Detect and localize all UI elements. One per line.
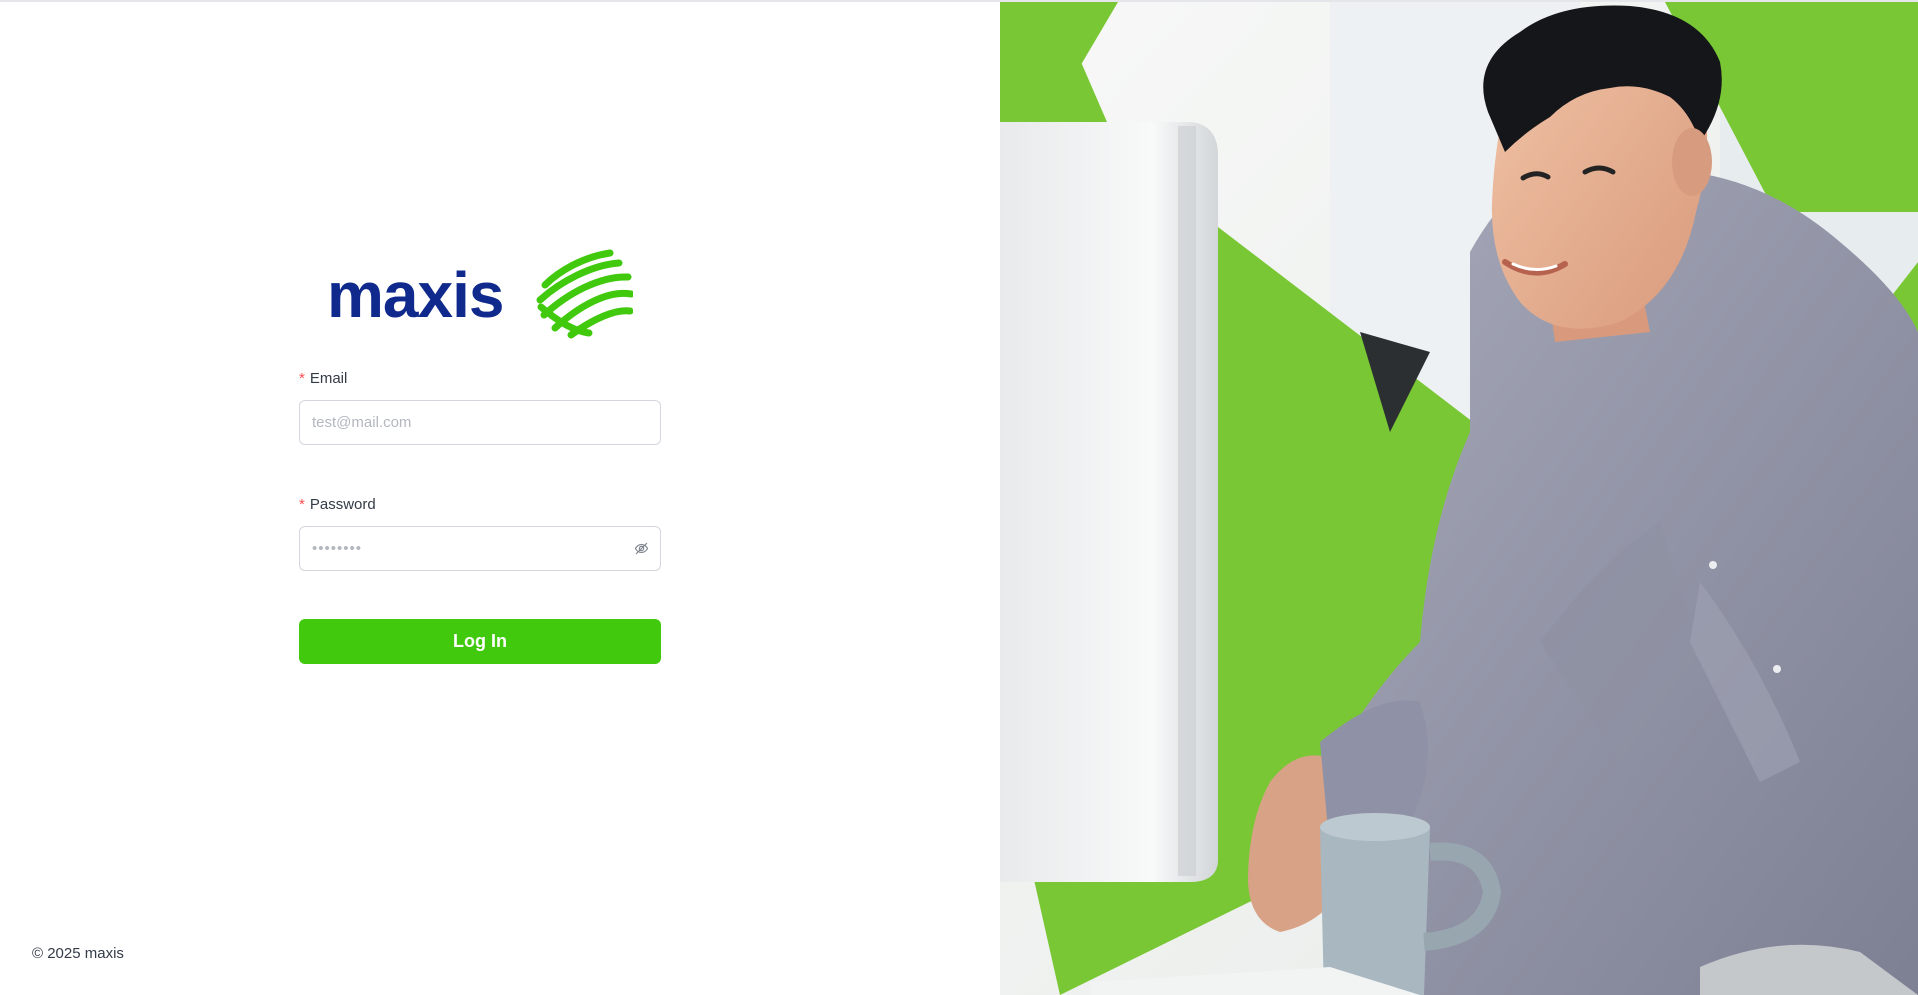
login-panel: maxis * Email test@mail.com * Password L… [0,2,1000,995]
email-label-text: Email [309,369,348,387]
maxis-logo: maxis [327,249,633,339]
copyright-footer: © 2025 maxis [32,945,124,962]
email-group: * Email [299,369,661,445]
email-required-mark: * [299,369,305,387]
eye-slash-icon[interactable] [633,541,649,557]
email-label: * Email [299,369,661,387]
password-group: * Password [299,495,661,571]
password-label-text: Password [309,495,376,513]
password-input[interactable] [300,527,660,570]
email-input[interactable] [300,401,660,444]
password-required-mark: * [299,495,305,513]
login-form: maxis * Email test@mail.com * Password L… [299,247,661,664]
login-button[interactable]: Log In [299,619,661,664]
password-field-box [299,526,661,571]
hero-image-panel [1000,2,1918,995]
svg-text:maxis: maxis [327,259,503,331]
login-page: maxis * Email test@mail.com * Password L… [0,0,1918,995]
password-label: * Password [299,495,661,513]
email-field-box [299,400,661,445]
maxis-swirl-icon [536,249,633,339]
hero-image [1000,2,1918,995]
